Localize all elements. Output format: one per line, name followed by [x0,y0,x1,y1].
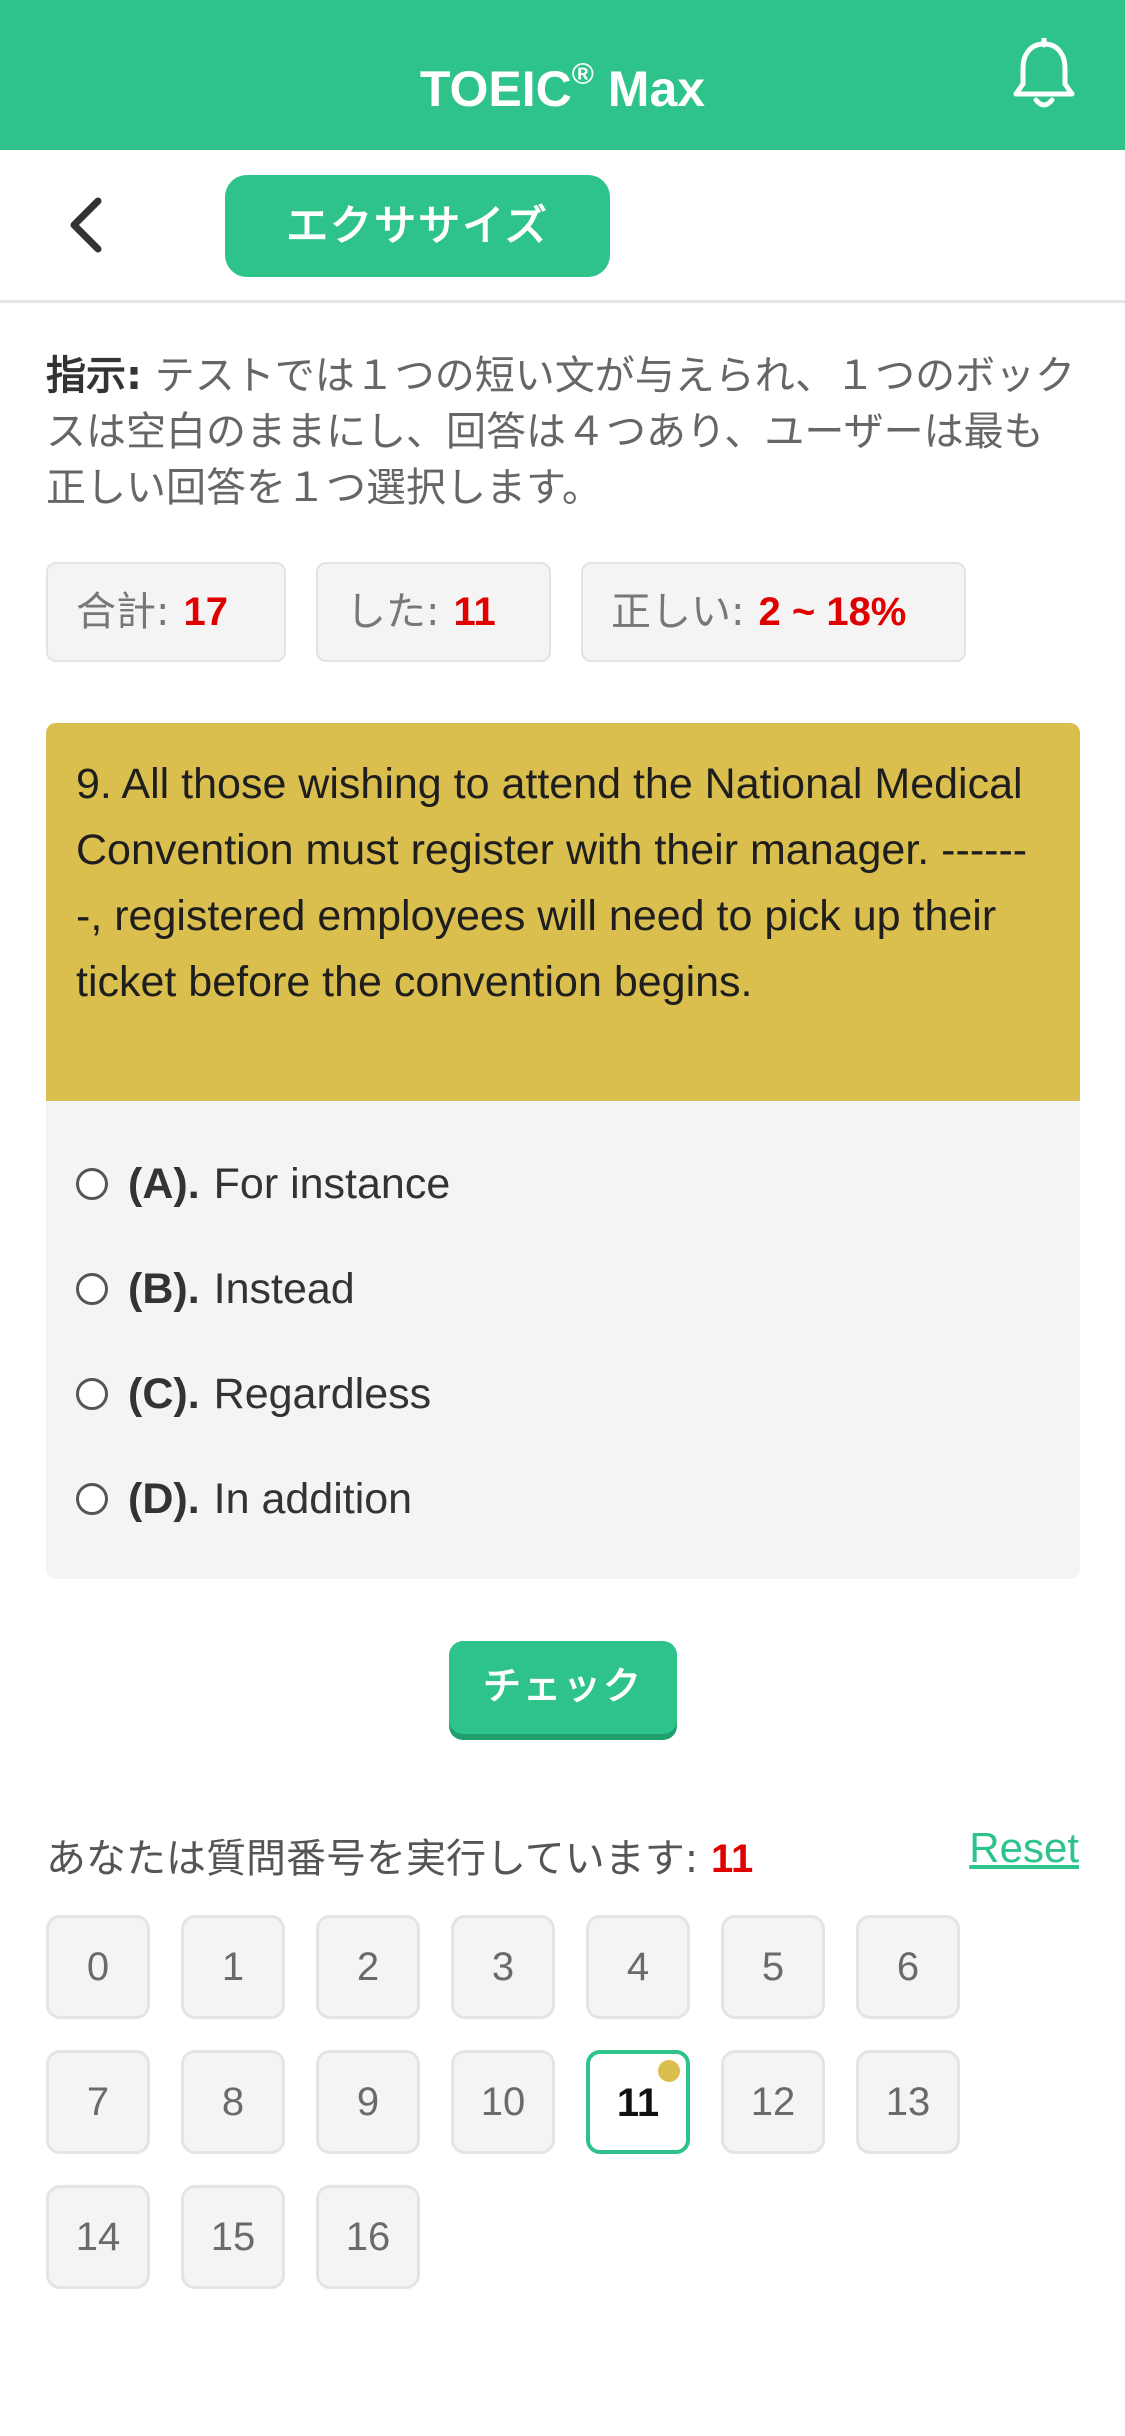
stat-done-value: 11 [453,590,496,634]
question-number-label: 8 [221,2080,245,2124]
chevron-left-icon[interactable] [60,195,120,255]
question-number-label: 2 [356,1945,380,1989]
question-number-label: 7 [86,2080,110,2124]
registered-mark: ® [571,58,594,91]
instructions: 指示: テストでは１つの短い文が与えられ、１つのボックスは空白のままにし、回答は… [46,348,1076,516]
stat-correct-value: 2 ~ 18% [758,590,907,634]
question-number-label: 9 [356,2080,380,2124]
question-number-button[interactable]: 14 [46,2185,150,2289]
question-number-label: 5 [761,1945,785,1989]
question-number-label: 3 [491,1945,515,1989]
progress-label: あなたは質問番号を実行しています: 11 [46,1826,753,1884]
question-number-button[interactable]: 16 [316,2185,420,2289]
question-number-label: 4 [626,1945,650,1989]
question-number-button[interactable]: 9 [316,2050,420,2154]
stat-done-label: した: [346,589,440,635]
progress-label-text: あなたは質問番号を実行しています: [46,1836,699,1882]
reset-link[interactable]: Reset [969,1824,1079,1872]
app-title-suffix: Max [593,61,706,117]
radio-d[interactable] [76,1483,108,1515]
option-b-text: Instead [213,1264,355,1313]
app-title: TOEIC® Max [0,0,1125,150]
question-number-button[interactable]: 7 [46,2050,150,2154]
option-d-text: In addition [213,1474,413,1523]
radio-c[interactable] [76,1378,108,1410]
question-number-button[interactable]: 5 [721,1915,825,2019]
question-number-label: 14 [75,2215,121,2259]
option-b[interactable]: (B). Instead [76,1259,355,1319]
question-number-button[interactable]: 11 [586,2050,690,2154]
marker-dot-icon [658,2060,680,2082]
instructions-label: 指示: [46,353,142,399]
radio-a[interactable] [76,1168,108,1200]
question-number-button[interactable]: 13 [856,2050,960,2154]
question-number-button[interactable]: 12 [721,2050,825,2154]
option-c-text: Regardless [213,1369,432,1418]
stat-total-label: 合計: [76,589,170,635]
question-number-label: 6 [896,1945,920,1989]
question-number-label: 15 [210,2215,256,2259]
question-number-label: 12 [750,2080,796,2124]
question-number-label: 11 [616,2081,660,2125]
option-a-letter: (A). [128,1159,200,1208]
tab-exercise[interactable]: エクササイズ [225,175,610,277]
question-number-button[interactable]: 2 [316,1915,420,2019]
question-number-label: 13 [885,2080,931,2124]
sub-header: エクササイズ [0,150,1125,303]
question-number-button[interactable]: 10 [451,2050,555,2154]
progress-current: 11 [711,1837,754,1881]
option-d[interactable]: (D). In addition [76,1469,412,1529]
bell-icon[interactable] [1010,38,1078,113]
question-number-button[interactable]: 1 [181,1915,285,2019]
option-a[interactable]: (A). For instance [76,1154,450,1214]
question-number-label: 16 [345,2215,391,2259]
question-number-label: 0 [86,1945,110,1989]
stat-correct-label: 正しい: [611,589,745,635]
stat-done: した: 11 [316,562,551,662]
question-number-button[interactable]: 6 [856,1915,960,2019]
app-header: TOEIC® Max [0,0,1125,150]
option-c-letter: (C). [128,1369,200,1418]
app-title-text: TOEIC [419,61,572,117]
option-c[interactable]: (C). Regardless [76,1364,431,1424]
question-number-button[interactable]: 8 [181,2050,285,2154]
stat-total-value: 17 [183,590,228,634]
option-b-letter: (B). [128,1264,200,1313]
question-number-button[interactable]: 0 [46,1915,150,2019]
question-number-label: 1 [221,1945,245,1989]
question-number-button[interactable]: 15 [181,2185,285,2289]
instructions-text: テストでは１つの短い文が与えられ、１つのボックスは空白のままにし、回答は４つあり… [46,353,1076,511]
check-button[interactable]: チェック [449,1641,677,1734]
stat-total: 合計: 17 [46,562,286,662]
options-box: (A). For instance (B). Instead (C). Rega… [46,1101,1080,1579]
question-number-label: 10 [480,2080,526,2124]
question-number-button[interactable]: 3 [451,1915,555,2019]
question-number-button[interactable]: 4 [586,1915,690,2019]
stat-correct: 正しい: 2 ~ 18% [581,562,966,662]
radio-b[interactable] [76,1273,108,1305]
option-a-text: For instance [213,1159,451,1208]
option-d-letter: (D). [128,1474,200,1523]
question-text: 9. All those wishing to attend the Natio… [46,723,1080,1101]
